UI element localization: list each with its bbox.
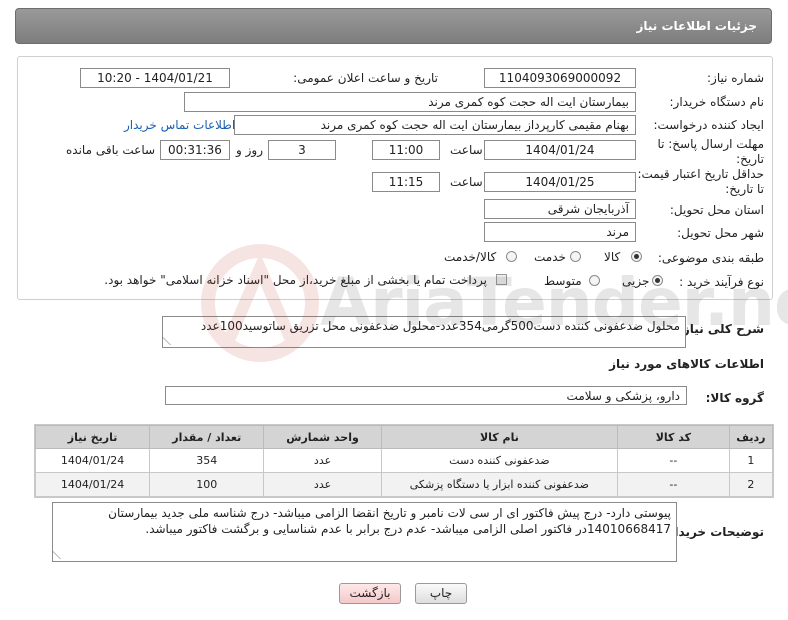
col-unit: واحد شمارش <box>263 425 382 449</box>
city-field[interactable]: مرند <box>484 222 636 242</box>
cell-quantity: 354 <box>149 448 265 473</box>
window-titlebar: جزئیات اطلاعات نیاز <box>15 8 772 44</box>
goods-table: ردیف کد کالا نام کالا واحد شمارش تعداد /… <box>34 425 774 497</box>
process-medium-radio[interactable] <box>589 275 600 286</box>
remaining-time-label: ساعت باقی مانده <box>66 143 156 157</box>
cell-unit: عدد <box>263 448 382 473</box>
goods-section-title: اطلاعات کالاهای مورد نیاز <box>609 357 764 371</box>
buyer-notes-textarea[interactable]: پیوستی دارد- درج پیش فاکتور ای ار سی لات… <box>52 502 677 562</box>
remaining-days-field[interactable]: 3 <box>268 140 336 160</box>
city-label: شهر محل تحویل: <box>677 226 764 240</box>
process-minor-radio[interactable] <box>652 275 663 286</box>
goods-group-field[interactable]: دارو، پزشکی و سلامت <box>165 386 687 405</box>
category-goods-label: کالا <box>604 250 621 264</box>
cell-row-number: 2 <box>728 472 774 497</box>
category-service-label: خدمت <box>534 250 566 264</box>
buyer-notes-label: توضیحات خریدار: <box>662 525 764 539</box>
price-date-field[interactable]: 1404/01/25 <box>484 172 636 192</box>
price-validity-label: حداقل تاریخ اعتبار قیمت: تا تاریخ: <box>637 167 764 196</box>
reply-date-field[interactable]: 1404/01/24 <box>484 140 636 160</box>
creator-field[interactable]: بهنام مقیمی کارپرداز بیمارستان ایت اله ح… <box>234 115 636 135</box>
process-medium-label: متوسط <box>544 274 582 288</box>
price-time-field[interactable]: 11:15 <box>372 172 440 192</box>
col-quantity: تعداد / مقدار <box>149 425 265 449</box>
category-goods-radio[interactable] <box>631 251 642 262</box>
need-number-label: شماره نیاز: <box>707 71 764 85</box>
summary-textarea[interactable]: محلول ضدعفونی کننده دست500گرمی354عدد-محل… <box>162 316 686 348</box>
col-item-name: نام کالا <box>380 425 618 449</box>
cell-row-number: 1 <box>728 448 774 473</box>
buyer-contact-link[interactable]: اطلاعات تماس خریدار <box>124 118 235 132</box>
province-field[interactable]: آذربایجان شرقی <box>484 199 636 219</box>
print-button[interactable]: چاپ <box>415 583 467 604</box>
summary-label: شرح کلی نیاز: <box>678 322 764 336</box>
process-label: نوع فرآیند خرید : <box>679 275 764 289</box>
reply-time-label: ساعت <box>450 143 483 157</box>
cell-item-code: -- <box>616 472 730 497</box>
buyer-notes-line-2: 14010668417در فاکتور اصلی الزامی میباشد-… <box>145 522 671 536</box>
col-item-code: کد کالا <box>616 425 730 449</box>
back-button[interactable]: بازگشت <box>339 583 401 604</box>
table-header-row: ردیف کد کالا نام کالا واحد شمارش تعداد /… <box>34 425 774 449</box>
goods-table-wrapper: ردیف کد کالا نام کالا واحد شمارش تعداد /… <box>34 424 774 498</box>
remaining-days-label: روز و <box>236 143 263 157</box>
process-minor-label: جزیی <box>622 274 650 288</box>
category-service-radio[interactable] <box>570 251 581 262</box>
treasury-payment-checkbox[interactable] <box>496 274 507 285</box>
announce-field[interactable]: 1404/01/21 - 10:20 <box>80 68 230 88</box>
buyer-notes-line-1: پیوستی دارد- درج پیش فاکتور ای ار سی لات… <box>108 506 671 520</box>
remaining-time-field[interactable]: 00:31:36 <box>160 140 230 160</box>
category-both-radio[interactable] <box>506 251 517 262</box>
cell-quantity: 100 <box>149 472 265 497</box>
resize-grip-icon[interactable] <box>53 551 69 559</box>
buyer-org-field[interactable]: بیمارستان ایت اله حجت کوه کمری مرند <box>184 92 636 112</box>
table-row[interactable]: 2 -- ضدعفونی کننده ابزار یا دستگاه پزشکی… <box>34 472 774 497</box>
creator-label: ایجاد کننده درخواست: <box>653 118 764 132</box>
summary-text: محلول ضدعفونی کننده دست500گرمی354عدد-محل… <box>200 319 680 333</box>
cell-item-code: -- <box>616 448 730 473</box>
reply-time-field[interactable]: 11:00 <box>372 140 440 160</box>
cell-need-date: 1404/01/24 <box>34 448 151 473</box>
announce-label: تاریخ و ساعت اعلان عمومی: <box>293 71 438 85</box>
price-time-label: ساعت <box>450 175 483 189</box>
category-both-label: کالا/خدمت <box>444 250 497 264</box>
goods-group-label: گروه کالا: <box>705 391 764 405</box>
category-label: طبقه بندی موضوعی: <box>657 251 764 265</box>
col-row-number: ردیف <box>728 425 774 449</box>
window-title: جزئیات اطلاعات نیاز <box>636 19 757 33</box>
resize-grip-icon[interactable] <box>163 337 179 345</box>
cell-item-name: ضدعفونی کننده دست <box>380 448 618 473</box>
treasury-payment-note: پرداخت تمام یا بخشی از مبلغ خرید،از محل … <box>104 273 487 287</box>
cell-unit: عدد <box>263 472 382 497</box>
cell-item-name: ضدعفونی کننده ابزار یا دستگاه پزشکی <box>380 472 618 497</box>
province-label: استان محل تحویل: <box>669 203 764 217</box>
cell-need-date: 1404/01/24 <box>34 472 151 497</box>
buyer-org-label: نام دستگاه خریدار: <box>669 95 765 109</box>
col-need-date: تاریخ نیاز <box>34 425 151 449</box>
need-number-field[interactable]: 1104093069000092 <box>484 68 636 88</box>
table-row[interactable]: 1 -- ضدعفونی کننده دست عدد 354 1404/01/2… <box>34 448 774 473</box>
reply-deadline-label: مهلت ارسال پاسخ: تا تاریخ: <box>657 137 764 166</box>
